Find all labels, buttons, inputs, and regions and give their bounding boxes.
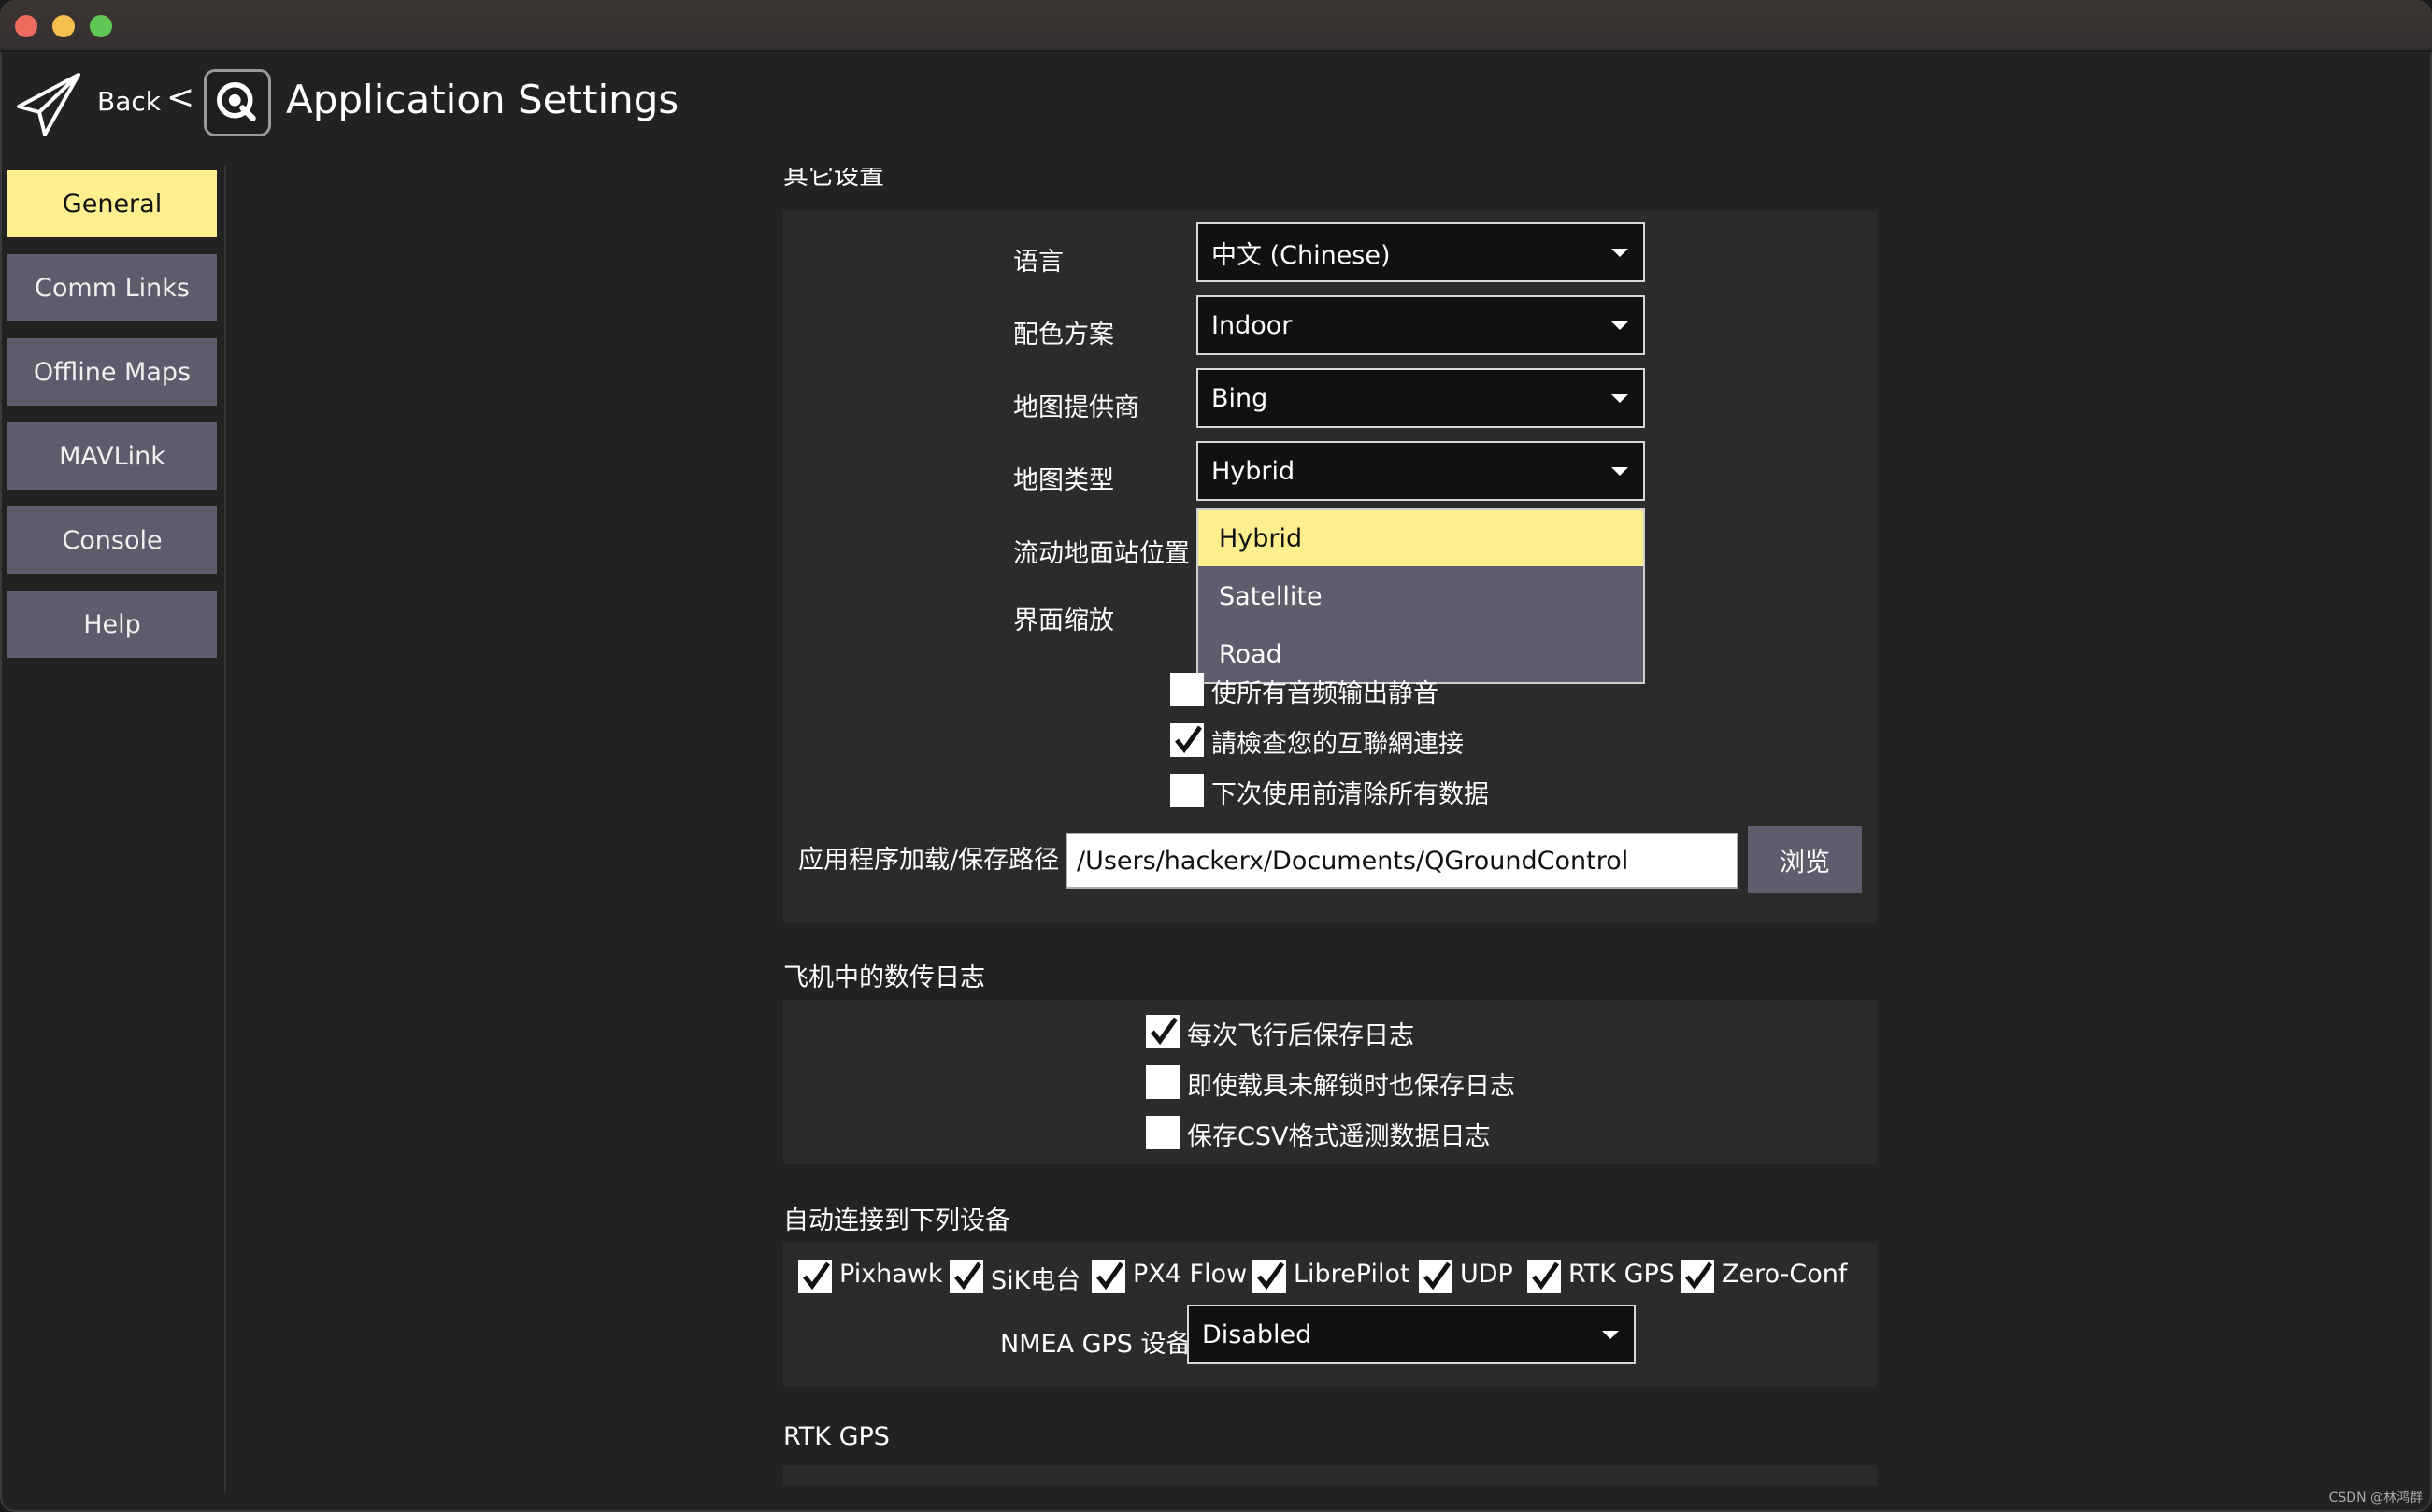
stream-gcs-position-label: 流动地面站位置 xyxy=(1013,539,1190,568)
misc-settings-panel: 语言 中文 (Chinese) 配色方案 Indoor 地图提供商 Bing 地… xyxy=(783,211,1877,923)
mute-audio-label: 使所有音频输出静音 xyxy=(1211,679,1438,708)
nmea-gps-combo[interactable]: Disabled xyxy=(1187,1305,1636,1364)
map-type-dropdown: Hybrid Satellite Road xyxy=(1196,508,1645,684)
watermark: CSDN @林鸿群 xyxy=(2328,1491,2423,1505)
clear-settings-checkbox[interactable] xyxy=(1170,774,1204,807)
telemetry-logs-panel: 每次飞行后保存日志 即使载具未解锁时也保存日志 保存CSV格式遥测数据日志 xyxy=(783,1000,1877,1164)
checkmark-icon xyxy=(1175,725,1203,754)
language-combo[interactable]: 中文 (Chinese) xyxy=(1196,222,1645,282)
map-provider-value: Bing xyxy=(1211,383,1268,413)
autoconnect-zeroconf-label: Zero-Conf xyxy=(1722,1260,1848,1289)
browse-button[interactable]: 浏览 xyxy=(1748,826,1862,893)
rtk-gps-heading: RTK GPS xyxy=(783,1422,890,1451)
color-scheme-combo[interactable]: Indoor xyxy=(1196,295,1645,355)
autoconnect-sik-checkbox[interactable] xyxy=(950,1260,983,1293)
autoconnect-heading: 自动连接到下列设备 xyxy=(783,1206,1010,1235)
page-title: Application Settings xyxy=(286,77,680,122)
autoconnect-udp-checkbox[interactable] xyxy=(1419,1260,1452,1293)
qgc-logo-icon xyxy=(204,69,271,136)
save-csv-log-checkbox[interactable] xyxy=(1146,1116,1180,1149)
chevron-down-icon xyxy=(1602,1331,1619,1339)
sidebar-item-comm-links[interactable]: Comm Links xyxy=(7,254,217,321)
chevron-down-icon xyxy=(1611,321,1628,330)
autoconnect-sik-label: SiK电台 xyxy=(991,1266,1081,1295)
color-scheme-value: Indoor xyxy=(1211,310,1293,340)
save-path-input[interactable]: /Users/hackerx/Documents/QGroundControl xyxy=(1066,833,1738,889)
save-log-unarmed-label: 即使载具未解锁时也保存日志 xyxy=(1187,1072,1515,1101)
minimize-window-button[interactable] xyxy=(52,15,75,37)
sidebar-item-console[interactable]: Console xyxy=(7,506,217,574)
rtk-gps-panel xyxy=(783,1465,1877,1486)
save-path-label: 应用程序加载/保存路径 xyxy=(798,846,1060,875)
autoconnect-zeroconf-checkbox[interactable] xyxy=(1681,1260,1714,1293)
zoom-window-button[interactable] xyxy=(90,15,112,37)
settings-content[interactable]: 其它设置 语言 中文 (Chinese) 配色方案 Indoor 地图提供商 B… xyxy=(783,168,1877,1486)
checkmark-icon xyxy=(1532,1262,1560,1291)
autoconnect-px4flow-label: PX4 Flow xyxy=(1133,1260,1248,1289)
autoconnect-pixhawk-label: Pixhawk xyxy=(839,1260,943,1289)
save-csv-log-label: 保存CSV格式遥测数据日志 xyxy=(1187,1122,1491,1151)
mute-audio-checkbox[interactable] xyxy=(1170,673,1204,706)
color-scheme-label: 配色方案 xyxy=(1013,321,1114,349)
checkmark-icon xyxy=(1096,1262,1124,1291)
sidebar-item-help[interactable]: Help xyxy=(7,591,217,658)
sidebar-item-mavlink[interactable]: MAVLink xyxy=(7,422,217,490)
app-window: Back < Application Settings General Comm… xyxy=(0,0,2432,1512)
check-internet-checkbox[interactable] xyxy=(1170,723,1204,757)
back-button[interactable]: Back xyxy=(97,86,161,117)
nmea-gps-label: NMEA GPS 设备 xyxy=(1000,1330,1192,1359)
autoconnect-rtkgps-checkbox[interactable] xyxy=(1527,1260,1561,1293)
checkmark-icon xyxy=(1685,1262,1713,1291)
autoconnect-pixhawk-checkbox[interactable] xyxy=(798,1260,832,1293)
chevron-down-icon xyxy=(1611,467,1628,476)
ui-scaling-label: 界面缩放 xyxy=(1013,606,1114,635)
autoconnect-panel: Pixhawk SiK电台 PX4 Flow LibrePilot UDP RT… xyxy=(783,1243,1877,1387)
map-provider-label: 地图提供商 xyxy=(1013,393,1139,422)
sidebar-item-general[interactable]: General xyxy=(7,170,217,237)
save-log-after-flight-checkbox[interactable] xyxy=(1146,1015,1180,1048)
language-label: 语言 xyxy=(1013,248,1064,277)
checkmark-icon xyxy=(803,1262,831,1291)
autoconnect-udp-label: UDP xyxy=(1460,1260,1513,1289)
breadcrumb-separator: < xyxy=(166,78,195,117)
autoconnect-librepilot-label: LibrePilot xyxy=(1294,1260,1410,1289)
sidebar-item-offline-maps[interactable]: Offline Maps xyxy=(7,338,217,406)
close-window-button[interactable] xyxy=(15,15,37,37)
checkmark-icon xyxy=(1423,1262,1452,1291)
checkmark-icon xyxy=(954,1262,982,1291)
check-internet-label: 請檢查您的互聯網連接 xyxy=(1211,730,1464,759)
map-type-label: 地图类型 xyxy=(1013,466,1114,495)
language-value: 中文 (Chinese) xyxy=(1211,240,1391,270)
map-type-option-satellite[interactable]: Satellite xyxy=(1198,568,1643,624)
autoconnect-px4flow-checkbox[interactable] xyxy=(1092,1260,1125,1293)
save-log-after-flight-label: 每次飞行后保存日志 xyxy=(1187,1021,1414,1050)
title-bar xyxy=(0,0,2432,52)
chevron-down-icon xyxy=(1611,394,1628,403)
map-provider-combo[interactable]: Bing xyxy=(1196,368,1645,428)
map-type-combo[interactable]: Hybrid xyxy=(1196,441,1645,501)
page-header: Back < Application Settings xyxy=(0,50,2432,163)
map-type-option-hybrid[interactable]: Hybrid xyxy=(1198,510,1643,566)
checkmark-icon xyxy=(1151,1017,1179,1046)
telemetry-logs-heading: 飞机中的数传日志 xyxy=(783,963,985,992)
autoconnect-librepilot-checkbox[interactable] xyxy=(1252,1260,1286,1293)
nmea-gps-value: Disabled xyxy=(1202,1319,1312,1349)
clear-settings-label: 下次使用前清除所有数据 xyxy=(1211,780,1489,809)
checkmark-icon xyxy=(1257,1262,1285,1291)
misc-settings-heading: 其它设置 xyxy=(783,168,884,191)
sidebar-divider xyxy=(224,166,226,1493)
map-type-value: Hybrid xyxy=(1211,456,1295,486)
chevron-down-icon xyxy=(1611,249,1628,257)
autoconnect-rtkgps-label: RTK GPS xyxy=(1568,1260,1675,1289)
paper-plane-icon[interactable] xyxy=(13,69,84,140)
save-log-unarmed-checkbox[interactable] xyxy=(1146,1065,1180,1099)
